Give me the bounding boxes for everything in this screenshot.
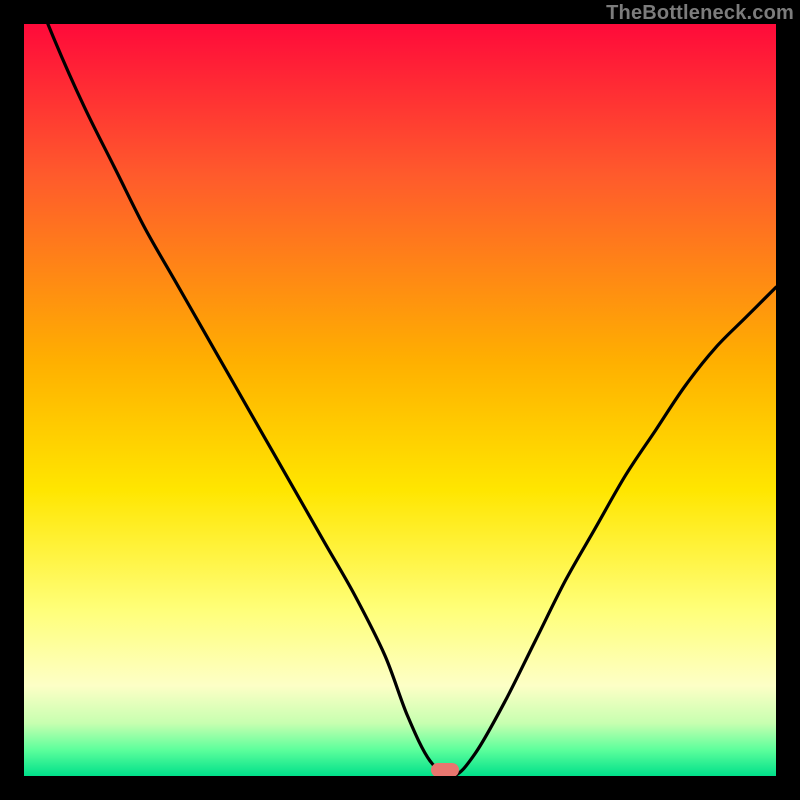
bottleneck-curve: [24, 24, 776, 776]
optimum-marker: [431, 763, 459, 776]
plot-area: [24, 24, 776, 776]
chart-frame: TheBottleneck.com: [0, 0, 800, 800]
watermark-text: TheBottleneck.com: [606, 2, 794, 25]
